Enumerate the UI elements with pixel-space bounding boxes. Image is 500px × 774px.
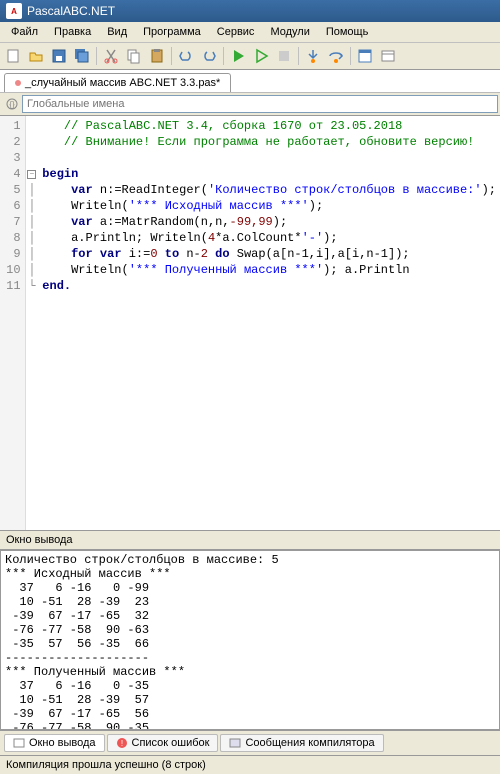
menu-help[interactable]: Помощь — [319, 24, 376, 40]
form-button[interactable] — [354, 45, 376, 67]
run-button[interactable] — [227, 45, 249, 67]
svg-text:!: ! — [120, 739, 122, 748]
output-icon — [13, 737, 25, 749]
menu-bar: Файл Правка Вид Программа Сервис Модули … — [0, 22, 500, 43]
tab-errors[interactable]: ! Список ошибок — [107, 734, 219, 752]
menu-service[interactable]: Сервис — [210, 24, 262, 40]
save-all-button[interactable] — [71, 45, 93, 67]
open-button[interactable] — [25, 45, 47, 67]
code-area[interactable]: // PascalABC.NET 3.4, сборка 1670 от 23.… — [38, 116, 500, 530]
modified-dot-icon — [15, 80, 21, 86]
new-file-button[interactable] — [2, 45, 24, 67]
globals-input[interactable] — [22, 95, 498, 113]
search-bar: {} — [0, 93, 500, 116]
tab-bar: _случайный массив ABC.NET 3.3.pas* — [0, 70, 500, 93]
save-button[interactable] — [48, 45, 70, 67]
undo-button[interactable] — [175, 45, 197, 67]
app-title: PascalABC.NET — [27, 4, 115, 18]
toolbar — [0, 43, 500, 70]
copy-button[interactable] — [123, 45, 145, 67]
output-panel-title: Окно вывода — [0, 530, 500, 550]
run-no-debug-button[interactable] — [250, 45, 272, 67]
menu-modules[interactable]: Модули — [263, 24, 316, 40]
output-panel[interactable]: Количество строк/столбцов в массиве: 5 *… — [0, 550, 500, 730]
step-over-button[interactable] — [325, 45, 347, 67]
stop-button[interactable] — [273, 45, 295, 67]
line-gutter: 1234567891011 — [0, 116, 26, 530]
redo-button[interactable] — [198, 45, 220, 67]
code-editor[interactable]: 1234567891011 −││││││└ // PascalABC.NET … — [0, 116, 500, 530]
menu-file[interactable]: Файл — [4, 24, 45, 40]
title-bar: A PascalABC.NET — [0, 0, 500, 22]
tab-output[interactable]: Окно вывода — [4, 734, 105, 752]
fold-gutter: −││││││└ — [26, 116, 39, 530]
module-button[interactable] — [377, 45, 399, 67]
bottom-tab-bar: Окно вывода ! Список ошибок Сообщения ко… — [0, 730, 500, 755]
svg-text:{}: {} — [9, 100, 15, 109]
errors-icon: ! — [116, 737, 128, 749]
menu-view[interactable]: Вид — [100, 24, 134, 40]
globals-icon: {} — [4, 96, 20, 112]
menu-program[interactable]: Программа — [136, 24, 208, 40]
paste-button[interactable] — [146, 45, 168, 67]
step-into-button[interactable] — [302, 45, 324, 67]
tab-compiler[interactable]: Сообщения компилятора — [220, 734, 383, 752]
cut-button[interactable] — [100, 45, 122, 67]
tab-label: _случайный массив ABC.NET 3.3.pas* — [25, 77, 220, 89]
menu-edit[interactable]: Правка — [47, 24, 98, 40]
compiler-icon — [229, 737, 241, 749]
file-tab[interactable]: _случайный массив ABC.NET 3.3.pas* — [4, 73, 231, 92]
status-bar: Компиляция прошла успешно (8 строк) — [0, 755, 500, 774]
app-logo-icon: A — [6, 3, 22, 19]
